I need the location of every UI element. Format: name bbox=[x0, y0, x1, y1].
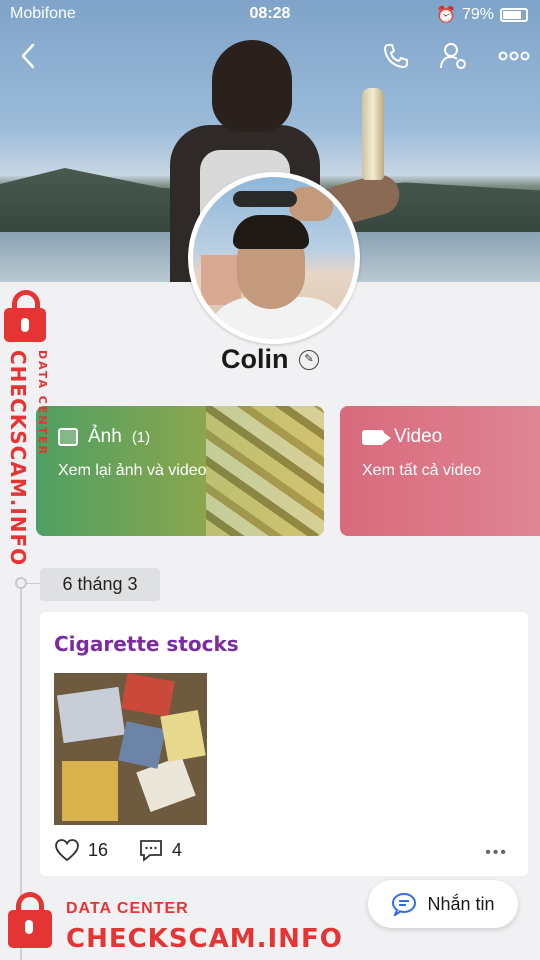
heart-icon bbox=[55, 839, 79, 862]
photos-album-card[interactable]: Ảnh (1) Xem lại ảnh và video bbox=[36, 406, 324, 536]
post-actions: 16 4 bbox=[54, 838, 212, 862]
photo-thumbnail bbox=[206, 406, 324, 536]
post-title: Cigarette stocks bbox=[54, 632, 239, 656]
battery-icon bbox=[500, 8, 528, 22]
comment-icon bbox=[140, 840, 162, 862]
back-button[interactable] bbox=[12, 40, 44, 72]
watermark-bottom: DATA CENTER CHECKSCAM.INFO bbox=[4, 890, 342, 956]
battery-percent: 79% bbox=[461, 6, 494, 23]
videos-album-card[interactable]: Video Xem tất cả video bbox=[340, 406, 540, 536]
edit-name-icon[interactable]: ✎ bbox=[298, 350, 319, 370]
message-button-label: Nhắn tin bbox=[427, 893, 495, 914]
photos-title: Ảnh (1) bbox=[58, 426, 150, 448]
timeline-date: 6 tháng 3 bbox=[40, 568, 160, 601]
timeline-dot bbox=[15, 577, 27, 589]
timeline-post[interactable]: Cigarette stocks 16 4 ••• bbox=[40, 612, 528, 876]
profile-name: Colin bbox=[221, 344, 289, 374]
comment-count: 4 bbox=[172, 839, 183, 860]
image-icon bbox=[58, 428, 78, 446]
phone-icon bbox=[383, 44, 408, 69]
alarm-icon: ⏰ bbox=[436, 7, 456, 24]
more-dots-icon bbox=[498, 51, 530, 61]
watermark-side-brand: CHECKSCAM.INFO bbox=[6, 350, 30, 567]
like-button[interactable]: 16 bbox=[54, 838, 108, 862]
comment-button[interactable]: 4 bbox=[138, 838, 182, 862]
status-bar: Mobifone 08:28 ⏰ 79% bbox=[0, 0, 540, 30]
videos-subtitle: Xem tất cả video bbox=[362, 462, 482, 479]
cover-bottle bbox=[362, 88, 384, 180]
watermark-side: CHECKSCAM.INFO DATA CENTER bbox=[2, 290, 58, 566]
videos-title: Video bbox=[362, 426, 442, 448]
video-camera-icon bbox=[362, 429, 391, 445]
avatar[interactable] bbox=[188, 172, 360, 344]
watermark-bottom-top: DATA CENTER bbox=[66, 900, 189, 917]
call-button[interactable] bbox=[380, 40, 412, 72]
timeline-connector bbox=[27, 583, 41, 584]
user-settings-icon bbox=[440, 43, 466, 69]
message-button[interactable]: Nhắn tin bbox=[368, 880, 518, 928]
lock-icon bbox=[4, 290, 46, 342]
chat-bubble-icon bbox=[392, 893, 417, 916]
photos-count: (1) bbox=[131, 428, 151, 446]
watermark-bottom-brand: CHECKSCAM.INFO bbox=[66, 924, 343, 954]
photos-label: Ảnh bbox=[88, 426, 122, 447]
photos-subtitle: Xem lại ảnh và video bbox=[58, 462, 207, 479]
lock-icon bbox=[8, 892, 52, 948]
like-count: 16 bbox=[88, 839, 109, 860]
profile-settings-button[interactable] bbox=[438, 40, 470, 72]
post-image[interactable] bbox=[54, 673, 207, 825]
watermark-side-top: DATA CENTER bbox=[36, 350, 49, 457]
post-more-icon[interactable]: ••• bbox=[485, 844, 508, 862]
videos-label: Video bbox=[394, 426, 443, 447]
more-button[interactable] bbox=[496, 40, 532, 72]
chevron-left-icon bbox=[21, 43, 35, 69]
status-right: ⏰ 79% bbox=[436, 5, 528, 25]
profile-name-row: Colin ✎ bbox=[0, 344, 540, 375]
